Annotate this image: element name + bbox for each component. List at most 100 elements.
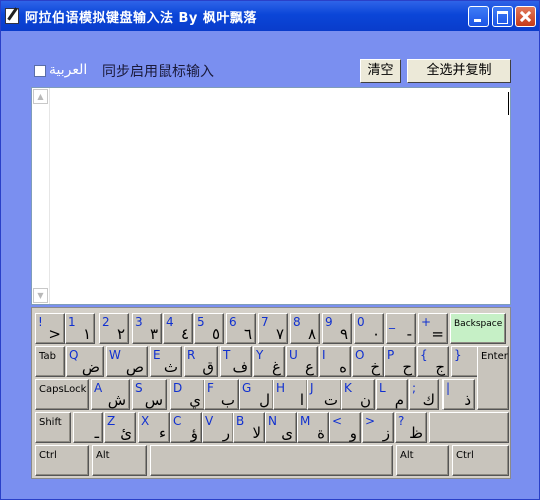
vertical-scrollbar[interactable]: ▲ ▼ [32, 88, 50, 304]
key-arabic-label: ٨ [307, 325, 316, 343]
key-s[interactable]: Sس [132, 379, 167, 410]
key-c[interactable]: Cؤ [170, 412, 202, 443]
key-t[interactable]: Tف [220, 346, 252, 377]
key-latin-label: K [344, 381, 352, 395]
key-2[interactable]: 2٢ [99, 313, 129, 344]
key-alt[interactable]: Alt [396, 445, 449, 476]
key-latin-label: N [268, 414, 277, 428]
key-alt[interactable]: Alt [92, 445, 147, 476]
key-label: Shift [39, 417, 62, 428]
key-underscore[interactable]: _ - [386, 313, 416, 344]
key-label: Tab [39, 351, 56, 362]
key-q[interactable]: Qض [66, 346, 104, 377]
key-latin-label: + [421, 315, 432, 329]
key-ctrl[interactable]: Ctrl [35, 445, 89, 476]
key-4[interactable]: 4٤ [163, 313, 193, 344]
key-arabic-label: ئ [120, 424, 132, 442]
key-l[interactable]: Lم [376, 379, 408, 410]
key-latin-label: 4 [166, 315, 174, 329]
key-latin-label: 7 [261, 315, 269, 329]
key-0[interactable]: 0٠ [354, 313, 384, 344]
key-latin-label: | [446, 381, 451, 395]
key-latin-label: V [205, 414, 214, 428]
key-exclaim[interactable]: ! > [35, 313, 65, 344]
key-latin-label: M [300, 414, 311, 428]
key-5[interactable]: 5٥ [194, 313, 224, 344]
key-9[interactable]: 9٩ [322, 313, 352, 344]
maximize-button[interactable] [492, 6, 513, 27]
key-arabic-label: = [431, 325, 444, 343]
key-k[interactable]: Kن [341, 379, 375, 410]
key-p[interactable]: Pح [384, 346, 416, 377]
key-capslock[interactable]: CapsLock [35, 379, 89, 410]
key-latin-label: 6 [229, 315, 237, 329]
sync-mouse-input-label: 同步启用鼠标输入 [102, 64, 214, 80]
key-v[interactable]: Vر [202, 412, 234, 443]
key-arabic-label: ح [402, 358, 412, 376]
key-arabic-label: ق [202, 358, 214, 376]
key-latin-label: 3 [135, 315, 143, 329]
key-label: CapsLock [39, 384, 87, 395]
key-f[interactable]: Fب [204, 379, 239, 410]
key-g[interactable]: Gل [239, 379, 274, 410]
key-7[interactable]: 7٧ [258, 313, 288, 344]
app-window: 阿拉伯语模拟键盘输入法 By 枫叶飘落 العربية 同步启用鼠标输入 清空 … [0, 0, 540, 500]
key-w[interactable]: Wص [106, 346, 148, 377]
key-r[interactable]: Rق [184, 346, 218, 377]
key-enterenter[interactable]: EnterEnter [477, 346, 509, 410]
key-j[interactable]: Jت [307, 379, 342, 410]
key-greater[interactable]: > ز [362, 412, 394, 443]
key-i[interactable]: Iه [319, 346, 351, 377]
clear-button[interactable]: 清空 [360, 59, 401, 83]
key-tatweel[interactable]: ـ [73, 412, 103, 443]
key-b[interactable]: B لا [233, 412, 265, 443]
key-question[interactable]: ? ظ [395, 412, 427, 443]
key-latin-label: _ [389, 315, 395, 329]
key-d[interactable]: Dي [170, 379, 205, 410]
arabic-checkbox-label[interactable]: العربية [49, 62, 87, 78]
text-caret [508, 92, 509, 115]
scroll-down-icon[interactable]: ▼ [33, 288, 48, 303]
key-h[interactable]: Hا [273, 379, 308, 410]
key-pipe[interactable]: | ذ [443, 379, 475, 410]
key-x[interactable]: Xء [138, 412, 170, 443]
output-textarea[interactable]: ▲ ▼ [31, 87, 511, 305]
key-m[interactable]: Mة [297, 412, 329, 443]
key-latin-label: E [153, 348, 161, 362]
key-plus[interactable]: + = [418, 313, 448, 344]
key-right-shift[interactable] [429, 412, 509, 443]
key-arabic-label: ٠ [371, 325, 380, 343]
key-backspace[interactable]: Backspace [450, 313, 506, 344]
key-lbrace[interactable]: {ج [417, 346, 449, 377]
select-all-copy-button[interactable]: 全选并复制 [407, 59, 511, 83]
key-space[interactable] [150, 445, 393, 476]
title-bar[interactable]: 阿拉伯语模拟键盘输入法 By 枫叶飘落 [1, 1, 539, 31]
key-n[interactable]: Nى [265, 412, 297, 443]
key-6[interactable]: 6٦ [226, 313, 256, 344]
key-arabic-label: ع [305, 358, 314, 376]
key-tab[interactable]: Tab [35, 346, 65, 377]
key-less[interactable]: < و [329, 412, 361, 443]
close-button[interactable] [515, 6, 536, 27]
key-arabic-label: ذ [464, 391, 471, 409]
key-e[interactable]: Eث [150, 346, 182, 377]
key-3[interactable]: 3٣ [132, 313, 162, 344]
key-y[interactable]: Yغ [253, 346, 285, 377]
key-a[interactable]: Aش [91, 379, 130, 410]
key-latin-label: Z [107, 414, 116, 428]
key-arabic-label: ١ [82, 325, 91, 343]
key-ctrl[interactable]: Ctrl [452, 445, 509, 476]
key-u[interactable]: Uع [286, 346, 318, 377]
key-shift[interactable]: Shift [35, 412, 71, 443]
key-o[interactable]: Oخ [352, 346, 384, 377]
key-arabic-label: ٥ [211, 325, 220, 343]
key-z[interactable]: Zئ [104, 412, 136, 443]
key-1[interactable]: 1١ [65, 313, 95, 344]
key-8[interactable]: 8٨ [290, 313, 320, 344]
key-arabic-label: ت [323, 391, 338, 409]
arabic-checkbox[interactable] [34, 65, 46, 77]
key-semicolon[interactable]: ; ك [409, 379, 439, 410]
scroll-up-icon[interactable]: ▲ [33, 89, 48, 104]
minimize-button[interactable] [468, 6, 489, 27]
key-arabic-label: ٧ [275, 325, 284, 343]
